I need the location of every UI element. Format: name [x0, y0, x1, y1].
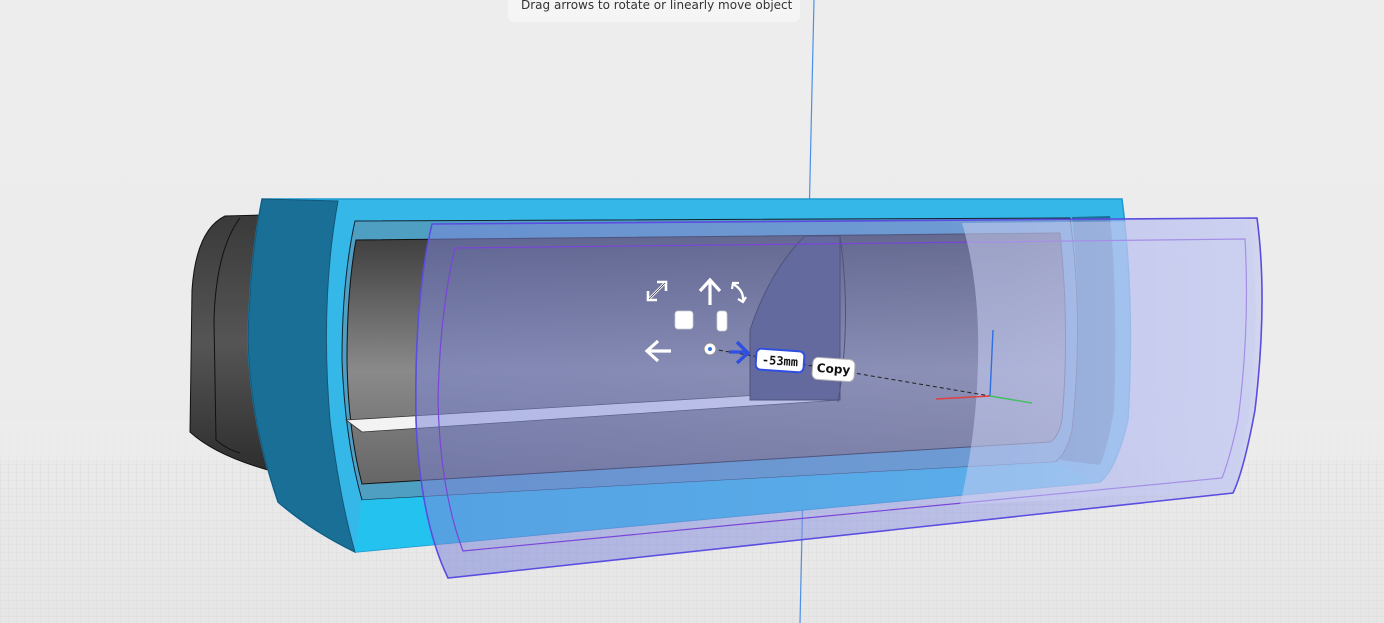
face-select-icon[interactable] — [674, 310, 694, 330]
copy-button-label: Copy — [816, 360, 851, 378]
hint-text: Drag arrows to rotate or linearly move o… — [521, 0, 793, 12]
3d-viewport[interactable]: Drag arrows to rotate or linearly move o… — [0, 0, 1384, 623]
distance-input[interactable] — [754, 347, 806, 374]
scene-canvas[interactable] — [0, 0, 1384, 623]
copy-button[interactable]: Copy — [811, 356, 856, 383]
edge-select-icon[interactable] — [716, 310, 728, 332]
center-point-icon[interactable] — [703, 342, 717, 356]
hint-tooltip: Drag arrows to rotate or linearly move o… — [508, 0, 800, 22]
